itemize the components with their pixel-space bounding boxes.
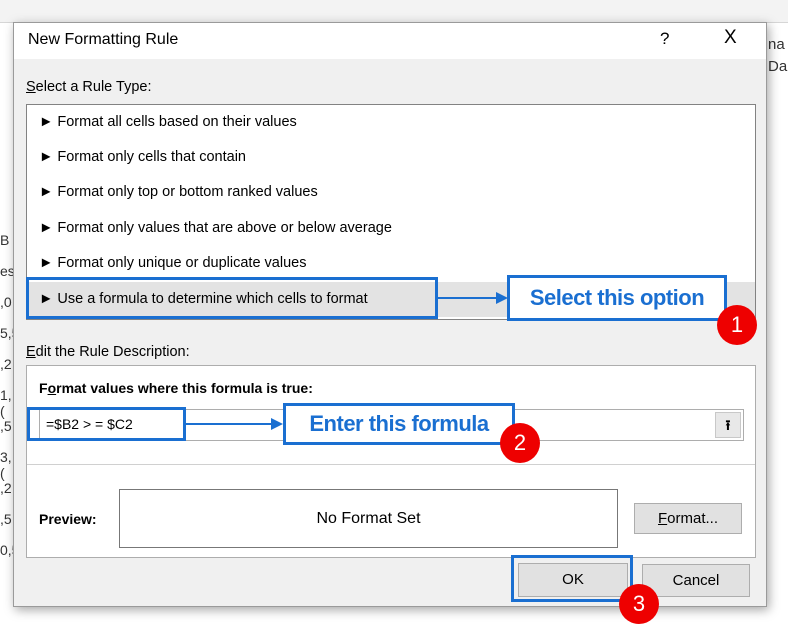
rule-type-item[interactable]: ► Format only values that are above or b… xyxy=(27,211,755,246)
cancel-button[interactable]: Cancel xyxy=(642,564,750,597)
title-bar: New Formatting Rule ? X xyxy=(14,23,766,59)
item-label: Format only cells that contain xyxy=(57,149,246,165)
step-badge-1: 1 xyxy=(717,305,757,345)
mnemonic: S xyxy=(26,79,36,95)
highlight-box-ok xyxy=(511,555,633,602)
step-badge-3: 3 xyxy=(619,584,659,624)
collapse-dialog-button[interactable]: ⭱ xyxy=(715,412,741,438)
item-label: Format only top or bottom ranked values xyxy=(57,184,318,200)
preview-box: No Format Set xyxy=(119,489,618,548)
label-text: elect a Rule Type: xyxy=(35,79,152,95)
dialog-title: New Formatting Rule xyxy=(28,31,179,48)
mnemonic: o xyxy=(47,380,57,396)
rule-description-panel: Format values where this formula is true… xyxy=(26,365,756,558)
bullet-icon: ► xyxy=(39,255,54,271)
background-cell-text: ,5 xyxy=(0,418,12,434)
item-label: Format only values that are above or bel… xyxy=(57,220,392,236)
arrow-icon xyxy=(186,418,283,430)
step-badge-2: 2 xyxy=(500,423,540,463)
bullet-icon: ► xyxy=(39,149,54,165)
mnemonic: E xyxy=(26,344,36,360)
callout-enter-formula: Enter this formula xyxy=(283,403,515,445)
format-button[interactable]: Format... xyxy=(634,503,742,534)
formula-label: Format values where this formula is true… xyxy=(39,380,313,396)
ribbon-background xyxy=(0,0,788,23)
background-cell-text: ,2 xyxy=(0,480,12,496)
label-text: dit the Rule Description: xyxy=(35,344,190,360)
rule-type-item[interactable]: ► Format only top or bottom ranked value… xyxy=(27,175,755,210)
background-text: Da xyxy=(768,58,788,75)
background-cell-text: ,2 xyxy=(0,356,12,372)
help-button[interactable]: ? xyxy=(660,29,669,49)
rule-type-item[interactable]: ► Format only cells that contain xyxy=(27,140,755,175)
preview-label: Preview: xyxy=(39,511,97,527)
close-button[interactable]: X xyxy=(724,27,737,49)
background-cell-text: B xyxy=(0,232,10,248)
background-text: na xyxy=(768,36,785,53)
mnemonic: F xyxy=(657,510,668,527)
new-formatting-rule-dialog: New Formatting Rule ? X Select a Rule Ty… xyxy=(13,22,767,624)
divider xyxy=(27,464,755,465)
arrow-icon xyxy=(438,292,508,304)
highlight-box-formula xyxy=(27,407,186,441)
background-cell-text: ,5 xyxy=(0,511,12,527)
rule-type-item[interactable]: ► Format all cells based on their values xyxy=(27,105,755,140)
rule-type-label: Select a Rule Type: xyxy=(26,79,151,95)
item-label: Format only unique or duplicate values xyxy=(57,255,307,271)
item-label: Format all cells based on their values xyxy=(57,114,297,130)
rule-description-label: Edit the Rule Description: xyxy=(26,344,190,360)
bullet-icon: ► xyxy=(39,114,54,130)
bullet-icon: ► xyxy=(39,220,54,236)
label-text: F xyxy=(39,380,48,396)
background-cell-text: ,0 xyxy=(0,294,12,310)
bullet-icon: ► xyxy=(39,184,54,200)
button-label: ormat... xyxy=(667,510,719,527)
background-cell-text: 3,( xyxy=(0,449,12,481)
callout-select-option: Select this option xyxy=(507,275,727,321)
highlight-box-option xyxy=(26,277,438,319)
label-text: rmat values where this formula is true: xyxy=(56,380,313,396)
background-cell-text: 1,( xyxy=(0,387,12,419)
